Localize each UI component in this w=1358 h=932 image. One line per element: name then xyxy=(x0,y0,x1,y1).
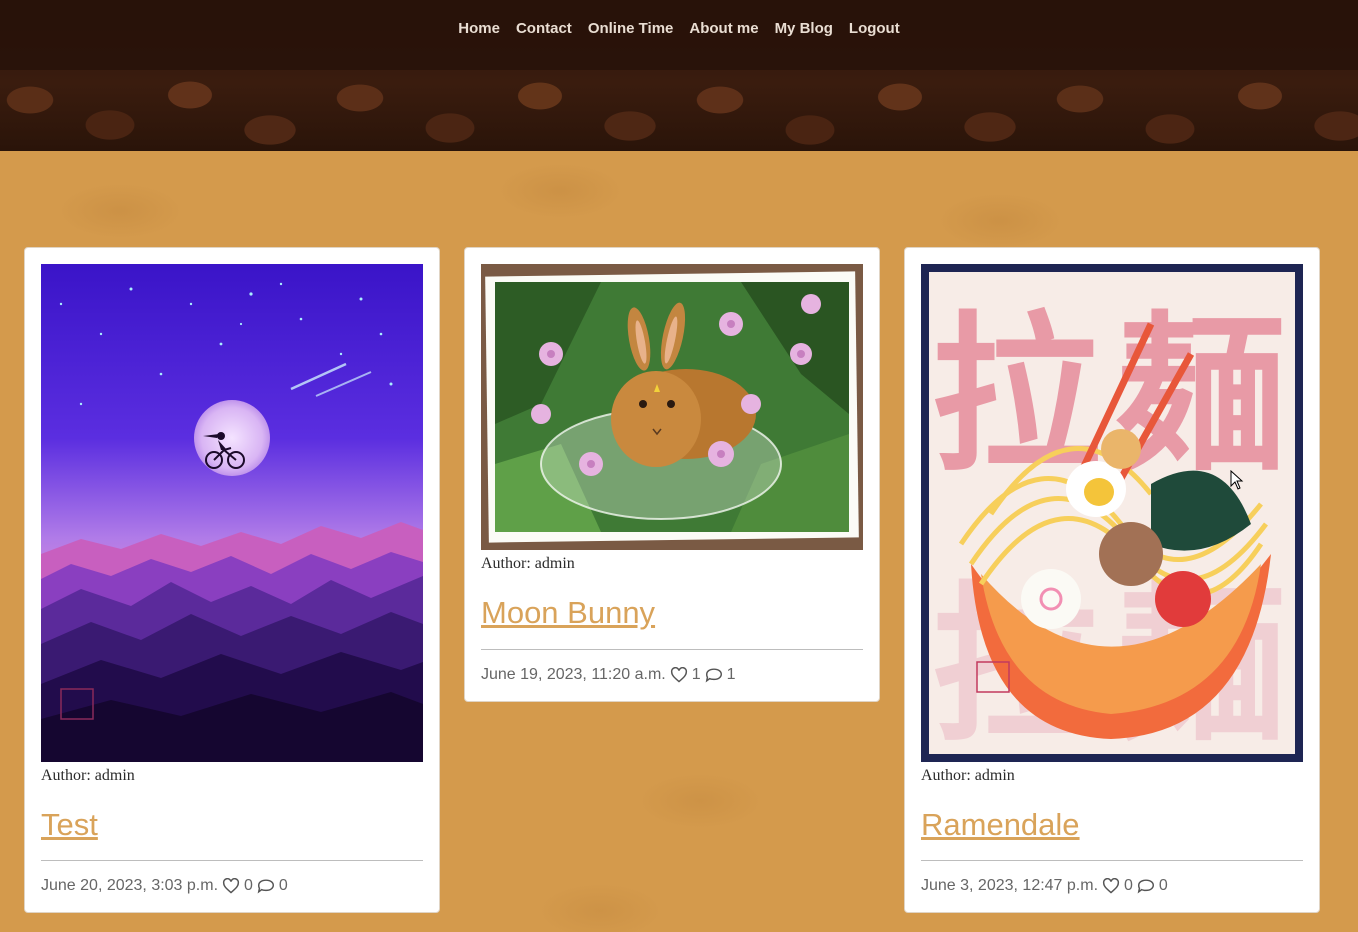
like-count: 1 xyxy=(691,666,701,683)
post-title-link[interactable]: Moon Bunny xyxy=(481,595,655,631)
like-count: 0 xyxy=(1124,877,1133,894)
author-label: Author: xyxy=(921,767,971,784)
nav-online-time[interactable]: Online Time xyxy=(588,20,674,37)
comment-icon[interactable] xyxy=(1137,878,1155,894)
comment-count: 0 xyxy=(1158,877,1168,894)
post-date: June 19, 2023, 11:20 a.m. xyxy=(481,666,666,683)
post-meta: June 3, 2023, 12:47 p.m. 0 0 xyxy=(921,877,1168,895)
post-divider xyxy=(921,860,1303,861)
post-card: Author: admin Moon Bunny June 19, 2023, … xyxy=(464,247,880,702)
post-divider xyxy=(481,649,863,650)
like-count: 0 xyxy=(244,877,253,894)
nav-my-blog[interactable]: My Blog xyxy=(775,20,833,37)
main-navbar: Home Contact Online Time About me My Blo… xyxy=(0,0,1358,70)
comment-icon[interactable] xyxy=(257,878,275,894)
post-divider xyxy=(41,860,423,861)
post-author: Author: admin xyxy=(921,767,1015,785)
nav-logout[interactable]: Logout xyxy=(849,20,900,37)
post-author: Author: admin xyxy=(41,767,135,785)
author-name: admin xyxy=(94,767,135,784)
comment-count: 1 xyxy=(726,666,736,683)
poster-char: 拉 xyxy=(931,297,1101,495)
header-banner: Home Contact Online Time About me My Blo… xyxy=(0,0,1358,151)
mouse-cursor-icon xyxy=(1230,470,1244,490)
ramen-illustration-image: 拉 麺 拉 麺 xyxy=(921,264,1303,762)
post-image[interactable] xyxy=(481,264,863,550)
comment-icon[interactable] xyxy=(705,667,723,683)
nav-contact[interactable]: Contact xyxy=(516,20,572,37)
post-image[interactable]: 拉 麺 拉 麺 xyxy=(921,264,1303,762)
post-card: Author: admin Test June 20, 2023, 3:03 p… xyxy=(24,247,440,913)
night-sky-painting-image xyxy=(41,264,423,762)
nav-home[interactable]: Home xyxy=(458,20,500,37)
heart-icon[interactable] xyxy=(670,667,688,683)
heart-icon[interactable] xyxy=(222,878,240,894)
author-name: admin xyxy=(974,767,1015,784)
heart-icon[interactable] xyxy=(1102,878,1120,894)
author-label: Author: xyxy=(41,767,91,784)
comment-count: 0 xyxy=(278,877,288,894)
author-label: Author: xyxy=(481,555,531,572)
poster-char: 麺 xyxy=(1116,297,1286,495)
post-title-link[interactable]: Test xyxy=(41,807,98,843)
nav-about-me[interactable]: About me xyxy=(689,20,758,37)
post-meta: June 20, 2023, 3:03 p.m. 0 0 xyxy=(41,877,288,895)
post-meta: June 19, 2023, 11:20 a.m. 1 1 xyxy=(481,666,736,684)
bunny-watercolor-image xyxy=(481,264,863,550)
post-date: June 20, 2023, 3:03 p.m. xyxy=(41,877,219,894)
post-image[interactable] xyxy=(41,264,423,762)
post-card: 拉 麺 拉 麺 Author: admin xyxy=(904,247,1320,913)
post-author: Author: admin xyxy=(481,555,575,573)
post-title-link[interactable]: Ramendale xyxy=(921,807,1080,843)
author-name: admin xyxy=(534,555,575,572)
post-date: June 3, 2023, 12:47 p.m. xyxy=(921,877,1099,894)
